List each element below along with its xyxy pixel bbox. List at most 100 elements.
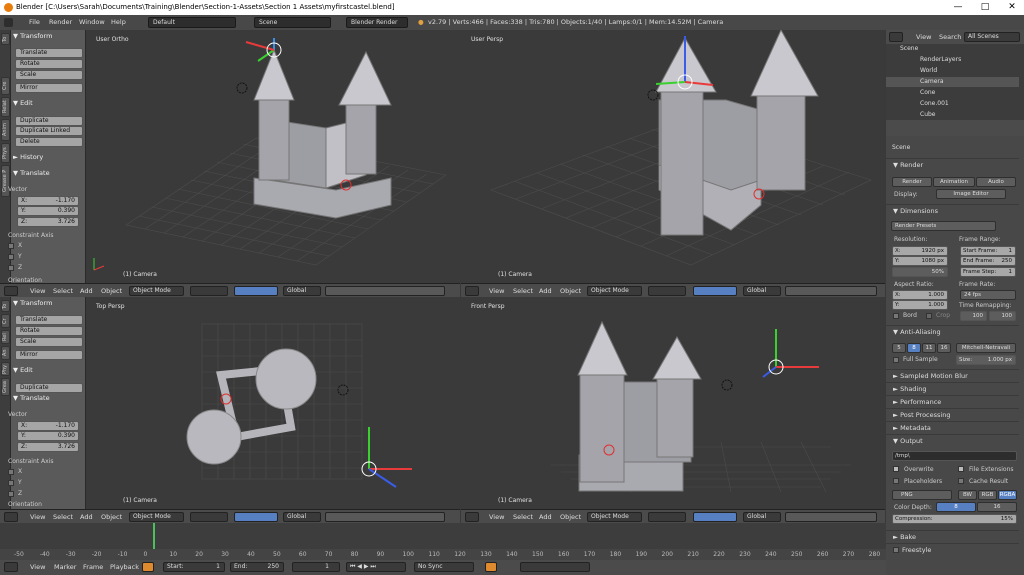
display-select[interactable]: Image Editor (936, 189, 1006, 199)
outliner-item-cone001[interactable]: Cone.001 (886, 99, 1019, 109)
editor-type-icon-bl[interactable] (4, 512, 18, 522)
select-menu-tl[interactable]: Select (53, 287, 73, 295)
layers-grid-bl[interactable] (325, 512, 445, 522)
dimensions-panel-header[interactable]: ▼ Dimensions (886, 204, 1019, 216)
playback-controls[interactable]: ⏮ ◀ ▶ ⏭ (346, 562, 406, 572)
res-percent-field[interactable]: 50% (892, 267, 948, 277)
transform-panel-header[interactable]: ▼ Transform (13, 32, 52, 40)
menu-file[interactable]: File (29, 15, 40, 30)
vector2-y-field[interactable]: Y: 0.390 (17, 431, 79, 441)
layers-grid-tr[interactable] (785, 286, 877, 296)
audio-button[interactable]: Audio (976, 177, 1016, 187)
current-frame-input[interactable]: 1 (292, 562, 340, 572)
operator-panel-header[interactable]: ▼ Translate (13, 169, 50, 177)
select-menu-br[interactable]: Select (513, 513, 533, 521)
render-engine-select[interactable]: Blender Render (346, 17, 408, 28)
outliner-editor-icon[interactable] (889, 32, 903, 42)
vector2-z-field[interactable]: Z: 3.726 (17, 442, 79, 452)
timeline-marker-menu[interactable]: Marker (54, 563, 76, 571)
add-menu-bl[interactable]: Add (80, 513, 93, 521)
scale-button[interactable]: Scale (15, 70, 83, 80)
mirror2-button[interactable]: Mirror (15, 350, 83, 360)
freestyle-panel-header[interactable]: Freestyle (886, 543, 1019, 555)
outliner-item-scene[interactable]: Scene (886, 44, 1019, 54)
aa-panel-header[interactable]: ▼ Anti-Aliasing (886, 325, 1019, 337)
full-sample-checkbox[interactable] (893, 357, 899, 363)
tab2-animation[interactable]: An (1, 346, 10, 360)
history-panel-header[interactable]: ► History (13, 153, 43, 161)
vector-x-field[interactable]: X: -1.170 (17, 196, 79, 206)
add-menu-tr[interactable]: Add (539, 287, 552, 295)
vector-z-field[interactable]: Z: 3.726 (17, 217, 79, 227)
scale2-button[interactable]: Scale (15, 337, 83, 347)
aa-sample-8[interactable]: 8 (907, 343, 921, 353)
motion-blur-panel-header[interactable]: ► Sampled Motion Blur (886, 369, 1019, 381)
object-menu-br[interactable]: Object (560, 513, 581, 521)
duplicate-button[interactable]: Duplicate (15, 116, 83, 126)
duplicate-linked-button[interactable]: Duplicate Linked (15, 126, 83, 136)
border-checkbox[interactable] (893, 313, 899, 319)
editor-type-icon-tr[interactable] (465, 286, 479, 296)
constraint-x-checkbox[interactable] (8, 243, 14, 249)
overwrite-checkbox[interactable] (893, 466, 899, 472)
start-frame-field[interactable]: Start Frame: 1 (960, 246, 1016, 256)
constraint2-y-checkbox[interactable] (8, 480, 14, 486)
vector2-x-field[interactable]: X: -1.170 (17, 421, 79, 431)
outliner-item-cube[interactable]: Cube (886, 110, 1019, 120)
sync-mode-select[interactable]: No Sync (414, 562, 474, 572)
remap-new-field[interactable]: 100 (989, 311, 1016, 321)
close-button[interactable]: ✕ (1000, 0, 1024, 15)
rotate2-button[interactable]: Rotate (15, 326, 83, 336)
maximize-button[interactable]: □ (973, 0, 997, 15)
res-x-field[interactable]: X: 1920 px (892, 246, 948, 256)
view-menu-tr[interactable]: View (489, 287, 504, 295)
outliner-filter-select[interactable]: All Scenes (964, 32, 1020, 42)
bake-panel-header[interactable]: ► Bake (886, 530, 1019, 542)
file-format-select[interactable]: PNG (892, 490, 952, 500)
add-menu-br[interactable]: Add (539, 513, 552, 521)
aspect-x-field[interactable]: X: 1.000 (892, 290, 948, 300)
menu-window[interactable]: Window (79, 15, 105, 30)
add-menu-tl[interactable]: Add (80, 287, 93, 295)
tab2-relations[interactable]: Rel (1, 330, 10, 344)
view-menu-bl[interactable]: View (30, 513, 45, 521)
properties-context-tabs[interactable] (886, 120, 1024, 136)
view-menu-tl[interactable]: View (30, 287, 45, 295)
timeline-editor-icon[interactable] (4, 562, 18, 572)
start-frame-input[interactable]: Start: 1 (163, 562, 225, 572)
tab-create[interactable]: Cre (1, 77, 10, 95)
object-menu-tl[interactable]: Object (101, 287, 122, 295)
crop-checkbox[interactable] (926, 313, 932, 319)
layers-grid-tl[interactable] (325, 286, 445, 296)
keying-set-select[interactable] (520, 562, 590, 572)
timeline-frame-menu[interactable]: Frame (83, 563, 103, 571)
render-presets-select[interactable]: Render Presets (891, 221, 996, 231)
translate-button[interactable]: Translate (15, 48, 83, 58)
select-menu-bl[interactable]: Select (53, 513, 73, 521)
timeline-playback-menu[interactable]: Playback (110, 563, 139, 571)
file-extensions-checkbox[interactable] (958, 466, 964, 472)
auto-keying-toggle[interactable] (485, 562, 497, 572)
minimize-button[interactable]: — (946, 0, 970, 15)
editor-type-icon-tl[interactable] (4, 286, 18, 296)
orientation-select-br[interactable]: Global (743, 512, 781, 522)
object-menu-bl[interactable]: Object (101, 513, 122, 521)
aa-sample-16[interactable]: 16 (937, 343, 951, 353)
color-rgba-button[interactable]: RGBA (998, 490, 1017, 500)
menu-render[interactable]: Render (49, 15, 72, 30)
tab2-physics[interactable]: Phy (1, 362, 10, 376)
mode-select-tr[interactable]: Object Mode (587, 286, 642, 296)
outliner-item-camera[interactable]: Camera (886, 77, 1019, 87)
mode-select-tl[interactable]: Object Mode (129, 286, 184, 296)
depth-16-button[interactable]: 16 (977, 502, 1017, 512)
edit-panel-header[interactable]: ▼ Edit (13, 99, 33, 107)
frame-step-field[interactable]: Frame Step: 1 (960, 267, 1016, 277)
constraint2-z-checkbox[interactable] (8, 491, 14, 497)
view-menu-br[interactable]: View (489, 513, 504, 521)
tab-physics[interactable]: Phys (1, 143, 10, 163)
operator2-panel-header[interactable]: ▼ Translate (13, 394, 50, 402)
cache-result-checkbox[interactable] (958, 478, 964, 484)
performance-panel-header[interactable]: ► Performance (886, 395, 1019, 407)
outliner-view-menu[interactable]: View (916, 33, 931, 41)
object-menu-tr[interactable]: Object (560, 287, 581, 295)
